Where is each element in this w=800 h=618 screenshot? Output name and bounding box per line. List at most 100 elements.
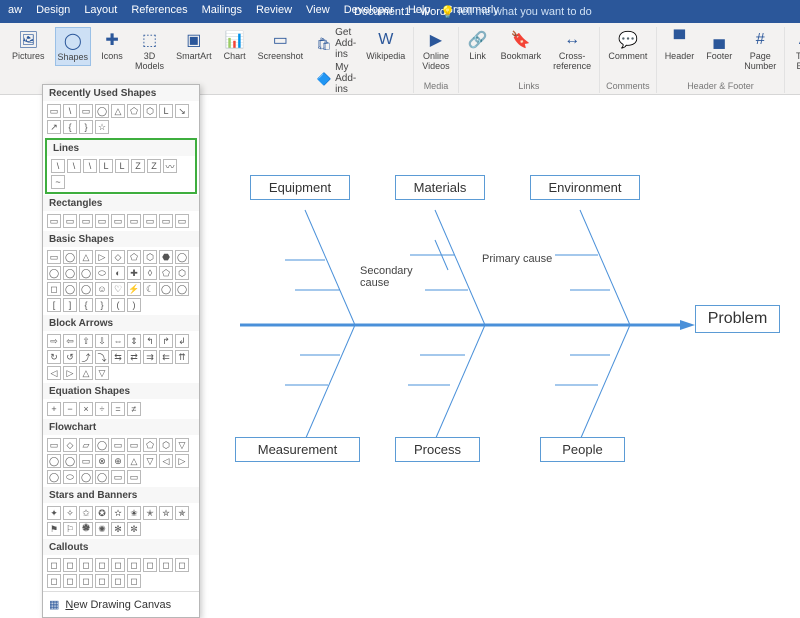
- shape-item[interactable]: ⬠: [127, 104, 141, 118]
- tab-developer[interactable]: Developer: [344, 4, 394, 16]
- shape-item[interactable]: −: [63, 402, 77, 416]
- icons-button[interactable]: ✚ Icons: [99, 27, 125, 64]
- shape-item[interactable]: ▭: [63, 214, 77, 228]
- shape-item[interactable]: ◯: [47, 266, 61, 280]
- shape-item[interactable]: ▭: [79, 104, 93, 118]
- shape-item[interactable]: ⇄: [127, 350, 141, 364]
- shape-item[interactable]: ▭: [175, 214, 189, 228]
- shape-item[interactable]: ▭: [47, 250, 61, 264]
- shape-line[interactable]: L: [115, 159, 129, 173]
- shape-item[interactable]: ✺: [95, 522, 109, 536]
- 3d-models-button[interactable]: ⬚ 3D Models: [133, 27, 166, 74]
- shape-item[interactable]: ◻: [95, 574, 109, 588]
- shape-item[interactable]: ▭: [127, 470, 141, 484]
- shape-item[interactable]: ▭: [111, 214, 125, 228]
- shape-item[interactable]: ✮: [159, 506, 173, 520]
- shapes-button[interactable]: ◯ Shapes: [55, 27, 92, 66]
- tab-help[interactable]: Help: [408, 4, 431, 16]
- screenshot-button[interactable]: ▭ Screenshot: [256, 27, 306, 64]
- shape-item[interactable]: ◁: [47, 366, 61, 380]
- shape-item[interactable]: ✬: [127, 506, 141, 520]
- box-equipment[interactable]: Equipment: [250, 175, 350, 200]
- new-drawing-canvas[interactable]: ▦ New Drawing Canvas: [43, 591, 199, 617]
- shape-item[interactable]: ◻: [79, 574, 93, 588]
- shape-item[interactable]: ✼: [127, 522, 141, 536]
- shape-item[interactable]: ✪: [95, 506, 109, 520]
- shape-item[interactable]: ↗: [47, 120, 61, 134]
- pictures-button[interactable]: 🖼 Pictures: [10, 27, 47, 64]
- shape-item[interactable]: △: [79, 366, 93, 380]
- shape-item[interactable]: ◻: [63, 574, 77, 588]
- tab-draw[interactable]: aw: [8, 4, 22, 16]
- shape-item[interactable]: ⇈: [175, 350, 189, 364]
- shape-item[interactable]: ◯: [79, 470, 93, 484]
- shape-item[interactable]: ✧: [63, 506, 77, 520]
- shape-item[interactable]: ☾: [143, 282, 157, 296]
- my-addins-button[interactable]: 🔷My Add-ins: [317, 62, 356, 95]
- shape-item[interactable]: ◊: [143, 266, 157, 280]
- tell-me-search[interactable]: Tell me what you want to do: [456, 6, 592, 18]
- tab-design[interactable]: Design: [36, 4, 70, 16]
- shape-item[interactable]: ⇕: [127, 334, 141, 348]
- shape-item[interactable]: ✯: [175, 506, 189, 520]
- shape-item[interactable]: ◻: [47, 574, 61, 588]
- shape-item[interactable]: ◯: [63, 266, 77, 280]
- shape-item[interactable]: △: [127, 454, 141, 468]
- shape-item[interactable]: ▭: [95, 214, 109, 228]
- footer-button[interactable]: ▄ Footer: [704, 27, 734, 64]
- shape-item[interactable]: ◯: [175, 282, 189, 296]
- box-process[interactable]: Process: [395, 437, 480, 462]
- wikipedia-button[interactable]: W Wikipedia: [364, 27, 407, 64]
- shape-item[interactable]: ✻: [111, 522, 125, 536]
- shape-line[interactable]: L: [99, 159, 113, 173]
- shape-item[interactable]: ▭: [111, 470, 125, 484]
- shape-item[interactable]: ◇: [63, 438, 77, 452]
- box-environment[interactable]: Environment: [530, 175, 640, 200]
- shape-item[interactable]: ✫: [111, 506, 125, 520]
- shape-item[interactable]: ⬭: [63, 470, 77, 484]
- shape-item[interactable]: ▽: [175, 438, 189, 452]
- tab-mailings[interactable]: Mailings: [202, 4, 242, 16]
- shape-item[interactable]: ⬠: [127, 250, 141, 264]
- shape-item[interactable]: L: [159, 104, 173, 118]
- chart-button[interactable]: 📊 Chart: [222, 27, 248, 64]
- shape-item[interactable]: ⬡: [143, 250, 157, 264]
- shape-line[interactable]: 〰: [163, 159, 177, 173]
- shape-item[interactable]: \: [63, 104, 77, 118]
- shape-item[interactable]: ◻: [175, 558, 189, 572]
- shape-item[interactable]: ◻: [159, 558, 173, 572]
- shape-item[interactable]: ◯: [63, 282, 77, 296]
- shape-item[interactable]: ◻: [127, 574, 141, 588]
- box-measurement[interactable]: Measurement: [235, 437, 360, 462]
- shape-item[interactable]: ▷: [175, 454, 189, 468]
- shape-item[interactable]: ✦: [47, 506, 61, 520]
- shape-item[interactable]: ⚐: [63, 522, 77, 536]
- shape-item[interactable]: ): [127, 298, 141, 312]
- shape-item[interactable]: ◐: [111, 266, 125, 280]
- shape-item[interactable]: ◯: [47, 454, 61, 468]
- link-button[interactable]: 🔗 Link: [465, 27, 491, 64]
- shape-item[interactable]: 🏶: [79, 522, 93, 536]
- bookmark-button[interactable]: 🔖 Bookmark: [499, 27, 544, 64]
- tab-layout[interactable]: Layout: [84, 4, 117, 16]
- shape-item[interactable]: ]: [63, 298, 77, 312]
- shape-item[interactable]: ▭: [111, 438, 125, 452]
- shape-item[interactable]: ≠: [127, 402, 141, 416]
- shape-item[interactable]: ↲: [175, 334, 189, 348]
- shape-item[interactable]: ↘: [175, 104, 189, 118]
- shape-line[interactable]: Z: [131, 159, 145, 173]
- shape-item[interactable]: ▷: [63, 366, 77, 380]
- shape-item[interactable]: ⤴: [79, 350, 93, 364]
- shape-item[interactable]: ▭: [79, 214, 93, 228]
- shape-item[interactable]: ▽: [143, 454, 157, 468]
- shape-item[interactable]: ⬡: [175, 266, 189, 280]
- box-materials[interactable]: Materials: [395, 175, 485, 200]
- online-videos-button[interactable]: ▶ Online Videos: [420, 27, 451, 74]
- shape-item[interactable]: ◻: [63, 558, 77, 572]
- smartart-button[interactable]: ▣ SmartArt: [174, 27, 214, 64]
- textbox-button[interactable]: A Text Box: [791, 27, 800, 74]
- shape-item[interactable]: ⊕: [111, 454, 125, 468]
- shape-item[interactable]: ☆: [95, 120, 109, 134]
- shape-item[interactable]: ▷: [95, 250, 109, 264]
- tab-references[interactable]: References: [131, 4, 187, 16]
